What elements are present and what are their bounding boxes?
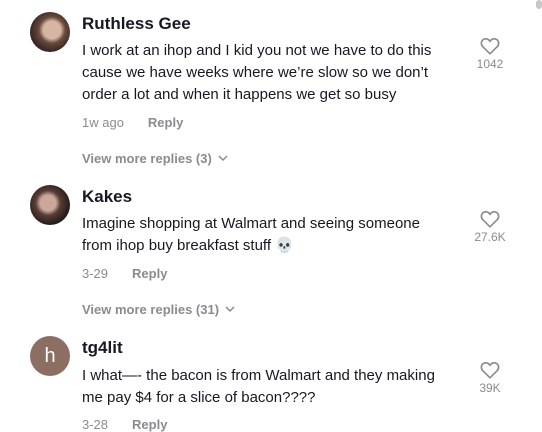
like-button[interactable]: 27.6K — [470, 210, 510, 244]
view-more-label: View more replies (3) — [82, 151, 212, 166]
avatar[interactable] — [30, 12, 70, 52]
heart-outline-icon — [480, 37, 500, 55]
like-count: 27.6K — [474, 230, 506, 244]
view-more-label: View more replies (31) — [82, 302, 220, 317]
like-count: 39K — [479, 381, 501, 395]
comment-meta: 1w ago Reply — [82, 115, 183, 130]
chevron-down-icon — [225, 306, 235, 313]
reply-button[interactable]: Reply — [148, 115, 183, 130]
comment-text-line: cause we have weeks where we’re slow so … — [82, 64, 429, 81]
like-count: 1042 — [476, 57, 504, 71]
scrollbar-thumb[interactable] — [536, 0, 542, 9]
comment-text-line: from ihop buy breakfast stuff 💀 — [82, 237, 294, 254]
comment-meta: 3-29 Reply — [82, 266, 167, 281]
reply-button[interactable]: Reply — [132, 266, 167, 281]
like-button[interactable]: 1042 — [470, 37, 510, 71]
view-more-replies[interactable]: View more replies (3) — [82, 151, 228, 166]
comment-text-line: me pay $4 for a slice of bacon???? — [82, 389, 316, 406]
comment-text-line: I what—- the bacon is from Walmart and t… — [82, 367, 435, 384]
comment-text-line: order a lot and when it happens we get s… — [82, 86, 397, 103]
comment-text-line: Imagine shopping at Walmart and seeing s… — [82, 215, 420, 232]
view-more-replies[interactable]: View more replies (31) — [82, 302, 235, 317]
avatar[interactable] — [30, 185, 70, 225]
comment-username[interactable]: Ruthless Gee — [82, 14, 191, 34]
comment-time: 1w ago — [82, 115, 124, 130]
comment-text-line: I work at an ihop and I kid you not we h… — [82, 42, 432, 59]
comment-text: Imagine shopping at Walmart and seeing s… — [82, 213, 464, 257]
comment-time: 3-29 — [82, 266, 109, 281]
heart-outline-icon — [480, 361, 500, 379]
comment-text: I work at an ihop and I kid you not we h… — [82, 40, 464, 106]
like-button[interactable]: 39K — [470, 361, 510, 395]
avatar[interactable]: h — [30, 336, 70, 376]
comment-username[interactable]: tg4lit — [82, 338, 123, 358]
avatar-letter: h — [44, 344, 56, 367]
comment-text: I what—- the bacon is from Walmart and t… — [82, 365, 464, 409]
heart-outline-icon — [480, 210, 500, 228]
comment-username[interactable]: Kakes — [82, 187, 132, 207]
chevron-down-icon — [218, 155, 228, 162]
